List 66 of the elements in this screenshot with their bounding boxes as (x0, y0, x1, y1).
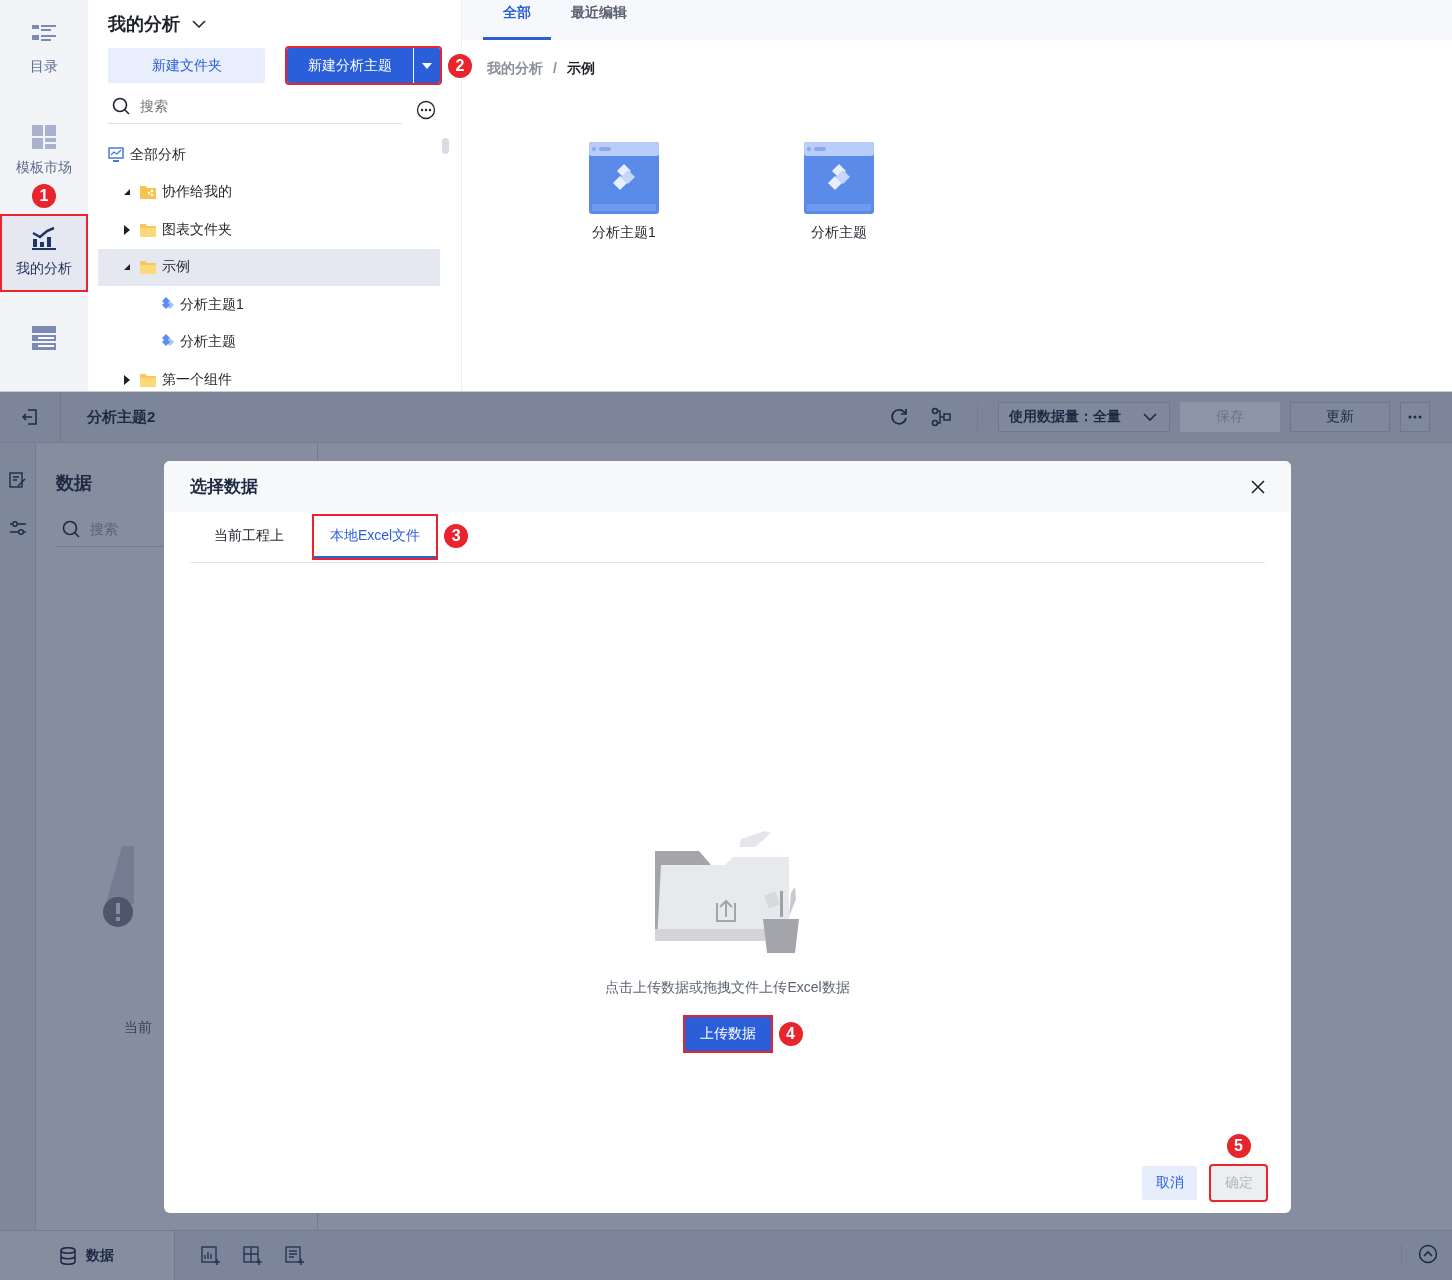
scrollbar-thumb[interactable] (442, 138, 449, 154)
cancel-button[interactable]: 取消 (1142, 1166, 1197, 1200)
more-icon (1408, 415, 1422, 419)
tree-item[interactable]: 全部分析 (98, 136, 440, 174)
panel-title: 我的分析 (108, 13, 180, 36)
folder-icon (140, 372, 156, 387)
empty-message: 当前 (124, 1019, 152, 1037)
collapse-up-icon[interactable] (1418, 1244, 1438, 1264)
callout-badge: 1 (32, 183, 56, 208)
tree-item[interactable]: 分析主题 (98, 323, 440, 361)
search-icon (112, 97, 130, 115)
diamond-app-icon[interactable] (804, 142, 874, 214)
tree-item[interactable]: 协作给我的 (98, 173, 440, 211)
toolbar-button[interactable]: 更新 (1290, 402, 1390, 432)
tab[interactable]: 最近编辑 (551, 0, 647, 40)
breadcrumb-item: 示例 (566, 60, 595, 78)
expanded-caret-icon[interactable] (123, 188, 131, 197)
search-field[interactable]: 搜索 (138, 97, 338, 115)
data-tab[interactable]: 数据 (0, 1231, 175, 1280)
expanded-caret-icon[interactable] (123, 263, 131, 272)
diamond-app-icon[interactable] (589, 142, 659, 214)
database-icon (60, 1246, 76, 1265)
collapsed-caret-icon[interactable] (123, 224, 131, 235)
tab[interactable]: 当前工程上 (198, 516, 300, 558)
new-folder-button[interactable]: 新建文件夹 (108, 48, 265, 83)
monitor-icon (108, 146, 124, 163)
report-title: 分析主题2 (87, 407, 157, 427)
tree-item[interactable]: 分析主题1 (98, 286, 440, 324)
exit-icon[interactable] (21, 408, 39, 426)
panel-title: 数据 (56, 472, 92, 495)
breadcrumb-separator: / (553, 60, 557, 78)
grid-icon (32, 124, 56, 149)
refresh-icon[interactable] (889, 407, 909, 427)
breadcrumb-item[interactable]: 我的分析 (487, 60, 543, 78)
add-table-icon[interactable] (243, 1245, 263, 1266)
bar-chart-icon (32, 225, 56, 250)
nav-item[interactable]: 目录 (2, 14, 86, 89)
caret-icon (422, 62, 432, 69)
add-chart-icon[interactable] (201, 1245, 221, 1266)
upload-hint: 点击上传数据或拖拽文件上传Excel数据 (605, 978, 850, 997)
flow-icon[interactable] (931, 407, 951, 427)
close-icon[interactable] (1251, 479, 1265, 494)
theme-name[interactable]: 分析主题1 (592, 224, 656, 242)
collapsed-caret-icon[interactable] (123, 374, 131, 385)
theme-name[interactable]: 分析主题 (811, 224, 867, 242)
tree-item[interactable]: 图表文件夹 (98, 211, 440, 249)
chevron-down-icon[interactable] (192, 20, 206, 28)
callout-badge: 4 (778, 1021, 803, 1046)
callout-badge: 3 (444, 524, 469, 548)
callout-badge: 5 (1226, 1134, 1251, 1158)
dialog-title: 选择数据 (190, 476, 258, 498)
folder-icon (140, 222, 156, 237)
callout-badge: 2 (448, 53, 472, 78)
data-scope-dropdown[interactable]: 使用数据量：全量 (998, 402, 1170, 432)
search-icon (62, 519, 80, 538)
edit-document-icon[interactable] (8, 471, 27, 489)
add-report-icon[interactable] (285, 1245, 305, 1266)
tree-item[interactable]: 示例 (98, 248, 440, 286)
folder-icon (140, 260, 156, 275)
shared-folder-icon (140, 185, 156, 200)
sliders-icon[interactable] (8, 519, 27, 537)
more-icon[interactable] (416, 100, 436, 120)
tree-item[interactable]: 第一个组件 (98, 361, 440, 391)
table-icon (32, 326, 56, 351)
tab[interactable]: 全部 (483, 0, 551, 40)
chevron-down-icon (1143, 413, 1157, 421)
